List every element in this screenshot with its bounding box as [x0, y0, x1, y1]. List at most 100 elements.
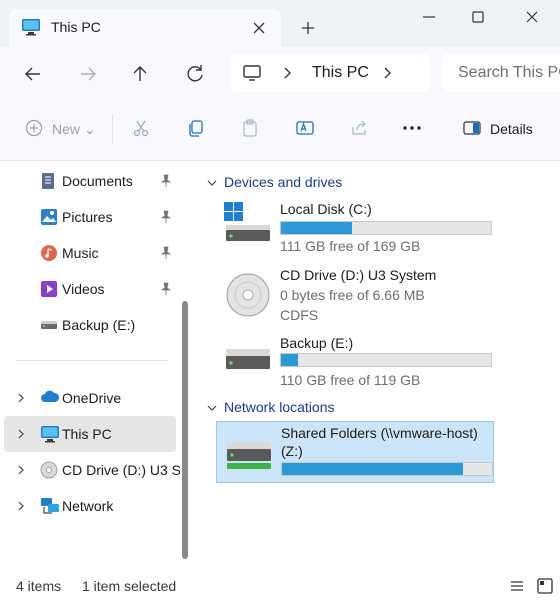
capacity-bar: [280, 221, 492, 235]
nav-item-pictures[interactable]: Pictures: [4, 199, 176, 235]
nav-scrollbar[interactable]: [182, 301, 188, 559]
command-divider: [112, 114, 113, 144]
tab-this-pc[interactable]: This PC: [9, 9, 281, 47]
nav-item-cd-drive[interactable]: CD Drive (D:) U3 Sy: [4, 452, 180, 488]
back-arrow-icon[interactable]: [20, 61, 46, 87]
this-pc-icon: [21, 18, 41, 36]
nav-item-documents[interactable]: Documents: [4, 163, 176, 199]
search-input[interactable]: Search This PC: [442, 54, 560, 92]
drive-backup-e[interactable]: Backup (E:) 110 GB free of 119 GB: [216, 333, 494, 389]
chevron-right-icon[interactable]: [16, 464, 26, 476]
drive-name: Backup (E:): [280, 335, 354, 351]
new-label: New ⌄: [52, 121, 96, 137]
maximize-icon[interactable]: [466, 7, 490, 27]
details-view-icon[interactable]: [509, 579, 525, 593]
free-space: 111 GB free of 169 GB: [280, 238, 421, 254]
capacity-bar: [280, 353, 492, 367]
drive-name: Local Disk (C:): [280, 201, 372, 217]
free-space: 0 bytes free of 6.66 MB: [280, 287, 425, 303]
drive-name: CD Drive (D:) U3 System: [280, 267, 437, 283]
cd-icon: [222, 271, 274, 319]
capacity-bar: [281, 462, 493, 476]
cut-icon[interactable]: [131, 118, 151, 138]
drive-name-line2: (Z:): [281, 443, 303, 459]
close-tab-icon[interactable]: [249, 18, 269, 38]
nav-label: Backup (E:): [62, 317, 136, 333]
chevron-right-icon[interactable]: [382, 65, 394, 81]
music-icon: [40, 244, 58, 262]
drive-name-line1: Shared Folders (\\vmware-host): [281, 425, 478, 441]
capacity-fill: [281, 222, 353, 234]
plus-circle-icon: [24, 118, 44, 138]
share-icon[interactable]: [349, 118, 369, 138]
copy-icon[interactable]: [186, 118, 206, 138]
windows-drive-icon: [222, 201, 274, 245]
new-button[interactable]: New ⌄: [24, 118, 96, 138]
forward-arrow-icon[interactable]: [75, 61, 101, 87]
drive-cd-d[interactable]: CD Drive (D:) U3 System 0 bytes free of …: [216, 265, 494, 325]
file-system: CDFS: [280, 307, 319, 323]
address-bar: This PC Search This PC: [0, 47, 560, 100]
network-drive-shared-folders[interactable]: Shared Folders (\\vmware-host) (Z:): [216, 421, 494, 483]
free-space: 110 GB free of 119 GB: [280, 372, 421, 388]
this-pc-icon: [40, 425, 60, 443]
nav-label: Network: [62, 498, 114, 514]
refresh-icon[interactable]: [182, 61, 208, 87]
item-count: 4 items: [16, 578, 62, 594]
nav-label: Videos: [62, 281, 105, 297]
chevron-right-icon[interactable]: [282, 65, 294, 81]
drive-icon: [222, 343, 274, 377]
group-header-label: Network locations: [224, 399, 335, 415]
network-icon: [40, 497, 60, 515]
nav-divider: [16, 360, 168, 361]
new-tab-icon[interactable]: [298, 18, 318, 38]
drive-icon: [40, 316, 58, 334]
videos-icon: [40, 280, 58, 298]
nav-label: This PC: [62, 426, 112, 442]
capacity-fill: [282, 463, 463, 475]
nav-label: CD Drive (D:) U3 Sy: [62, 462, 180, 478]
details-label: Details: [490, 121, 533, 137]
chevron-down-icon[interactable]: [206, 178, 218, 188]
status-bar: 4 items 1 item selected: [0, 573, 560, 600]
breadcrumb-this-pc[interactable]: This PC: [312, 64, 369, 82]
pin-icon[interactable]: [160, 210, 172, 224]
documents-icon: [40, 172, 56, 190]
cd-icon: [40, 461, 58, 479]
address-field[interactable]: This PC: [230, 54, 430, 92]
selection-info: 1 item selected: [82, 578, 177, 594]
nav-label: OneDrive: [62, 390, 122, 406]
network-drive-icon: [223, 436, 275, 474]
tiles-view-icon[interactable]: [536, 577, 554, 595]
details-button[interactable]: Details: [462, 118, 533, 138]
title-bar: This PC: [0, 0, 560, 47]
drive-local-disk-c[interactable]: Local Disk (C:) 111 GB free of 169 GB: [216, 197, 494, 254]
nav-item-videos[interactable]: Videos: [4, 271, 176, 307]
navigation-pane: Documents Pictures Music Videos Backup (…: [0, 161, 192, 573]
chevron-right-icon[interactable]: [16, 392, 26, 404]
up-arrow-icon[interactable]: [127, 61, 153, 87]
minimize-icon[interactable]: [417, 7, 441, 27]
pin-icon[interactable]: [160, 282, 172, 296]
nav-item-music[interactable]: Music: [4, 235, 176, 271]
details-pane-icon: [462, 118, 482, 138]
chevron-down-icon[interactable]: [206, 403, 218, 413]
rename-icon[interactable]: [295, 118, 315, 138]
chevron-right-icon[interactable]: [16, 428, 26, 440]
cloud-icon: [40, 389, 60, 405]
paste-icon[interactable]: [240, 118, 260, 138]
search-placeholder: Search This PC: [458, 64, 560, 81]
capacity-fill: [281, 354, 298, 366]
pin-icon[interactable]: [160, 174, 172, 188]
nav-label: Documents: [62, 173, 133, 189]
nav-item-network[interactable]: Network: [4, 488, 176, 524]
pictures-icon: [40, 208, 58, 226]
nav-item-backup[interactable]: Backup (E:): [4, 307, 176, 343]
nav-item-onedrive[interactable]: OneDrive: [4, 380, 176, 416]
nav-item-this-pc[interactable]: This PC: [4, 416, 176, 452]
more-options-icon[interactable]: [402, 118, 422, 138]
pin-icon[interactable]: [160, 246, 172, 260]
chevron-right-icon[interactable]: [16, 500, 26, 512]
nav-label: Music: [62, 245, 99, 261]
close-window-icon[interactable]: [520, 7, 544, 27]
